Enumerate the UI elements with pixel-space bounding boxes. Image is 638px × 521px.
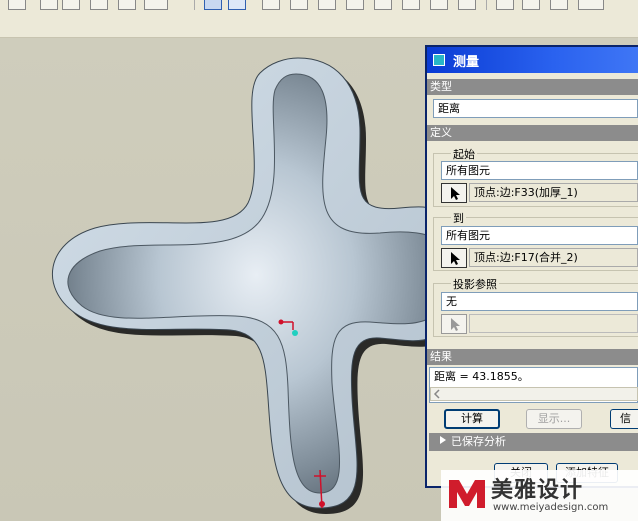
arrow-cursor-icon [451,187,460,200]
toolbar-button[interactable] [346,0,364,10]
model-cavity [67,73,431,494]
toolbar-button[interactable] [522,0,540,10]
result-scrollbar[interactable] [430,387,638,401]
toolbar-button[interactable] [118,0,136,10]
type-section-header: 类型 [427,79,638,95]
to-label: 到 [451,210,466,226]
toolbar-button[interactable] [458,0,476,10]
measure-point [292,330,298,336]
toolbar-separator [486,0,487,10]
compute-button[interactable]: 计算 [444,409,500,429]
from-label: 起始 [451,146,477,162]
info-button[interactable]: 信 [610,409,638,429]
toolbar-button[interactable] [40,0,58,10]
toolbar-button[interactable] [262,0,280,10]
to-select-button[interactable] [441,248,467,268]
scroll-left-icon [433,389,440,399]
toolbar-button[interactable] [62,0,80,10]
toolbar-button[interactable] [496,0,514,10]
dialog-title: 测量 [453,54,480,70]
result-section-header: 结果 [427,349,638,365]
arrow-cursor-icon [451,252,460,265]
main-toolbar [0,0,638,38]
from-filter-dropdown[interactable]: 所有图元 [441,161,638,180]
toolbar-button[interactable] [374,0,392,10]
to-filter-dropdown[interactable]: 所有图元 [441,226,638,245]
toolbar-button[interactable] [578,0,604,10]
dialog-titlebar[interactable]: 测量 [427,47,638,73]
projection-label: 投影参照 [451,276,499,292]
brand-name: 美雅设计 [491,478,584,503]
arrow-cursor-icon [451,318,460,331]
toolbar-button[interactable] [318,0,336,10]
brand-logo-icon [449,480,485,508]
type-dropdown[interactable]: 距离 [433,99,638,118]
projection-filter-dropdown[interactable]: 无 [441,292,638,311]
toolbar-button[interactable] [550,0,568,10]
brand-url: www.meiyadesign.com [493,502,609,513]
projection-select-button[interactable] [441,314,467,334]
measure-icon [433,54,445,66]
toolbar-button[interactable] [144,0,168,10]
toolbar-button[interactable] [290,0,308,10]
expand-arrow-icon [440,436,446,444]
definition-section-header: 定义 [427,125,638,141]
watermark: 美雅设计 www.meiyadesign.com [441,470,638,521]
from-select-button[interactable] [441,183,467,203]
measure-point [319,501,325,507]
toolbar-button[interactable] [90,0,108,10]
to-selection-field: 顶点:边:F17(合并_2) [469,248,638,267]
measure-point [278,319,284,325]
result-text: 距离 = 43.1855。 [434,370,529,383]
projection-selection-field [469,314,638,333]
from-selection-field: 顶点:边:F33(加厚_1) [469,183,638,202]
measure-tool-button[interactable] [204,0,222,10]
toolbar-button[interactable] [402,0,420,10]
toolbar-separator [194,0,195,10]
saved-analysis-expander[interactable]: 已保存分析 [429,433,638,451]
saved-analysis-label: 已保存分析 [451,435,506,448]
toolbar-button[interactable] [8,0,26,10]
measure-dialog: 测量 类型 距离 定义 起始 所有图元 顶点:边:F33(加厚_1) 到 所有图… [425,45,638,488]
show-button[interactable]: 显示... [526,409,582,429]
toolbar-button[interactable] [430,0,448,10]
toolbar-button[interactable] [228,0,246,10]
